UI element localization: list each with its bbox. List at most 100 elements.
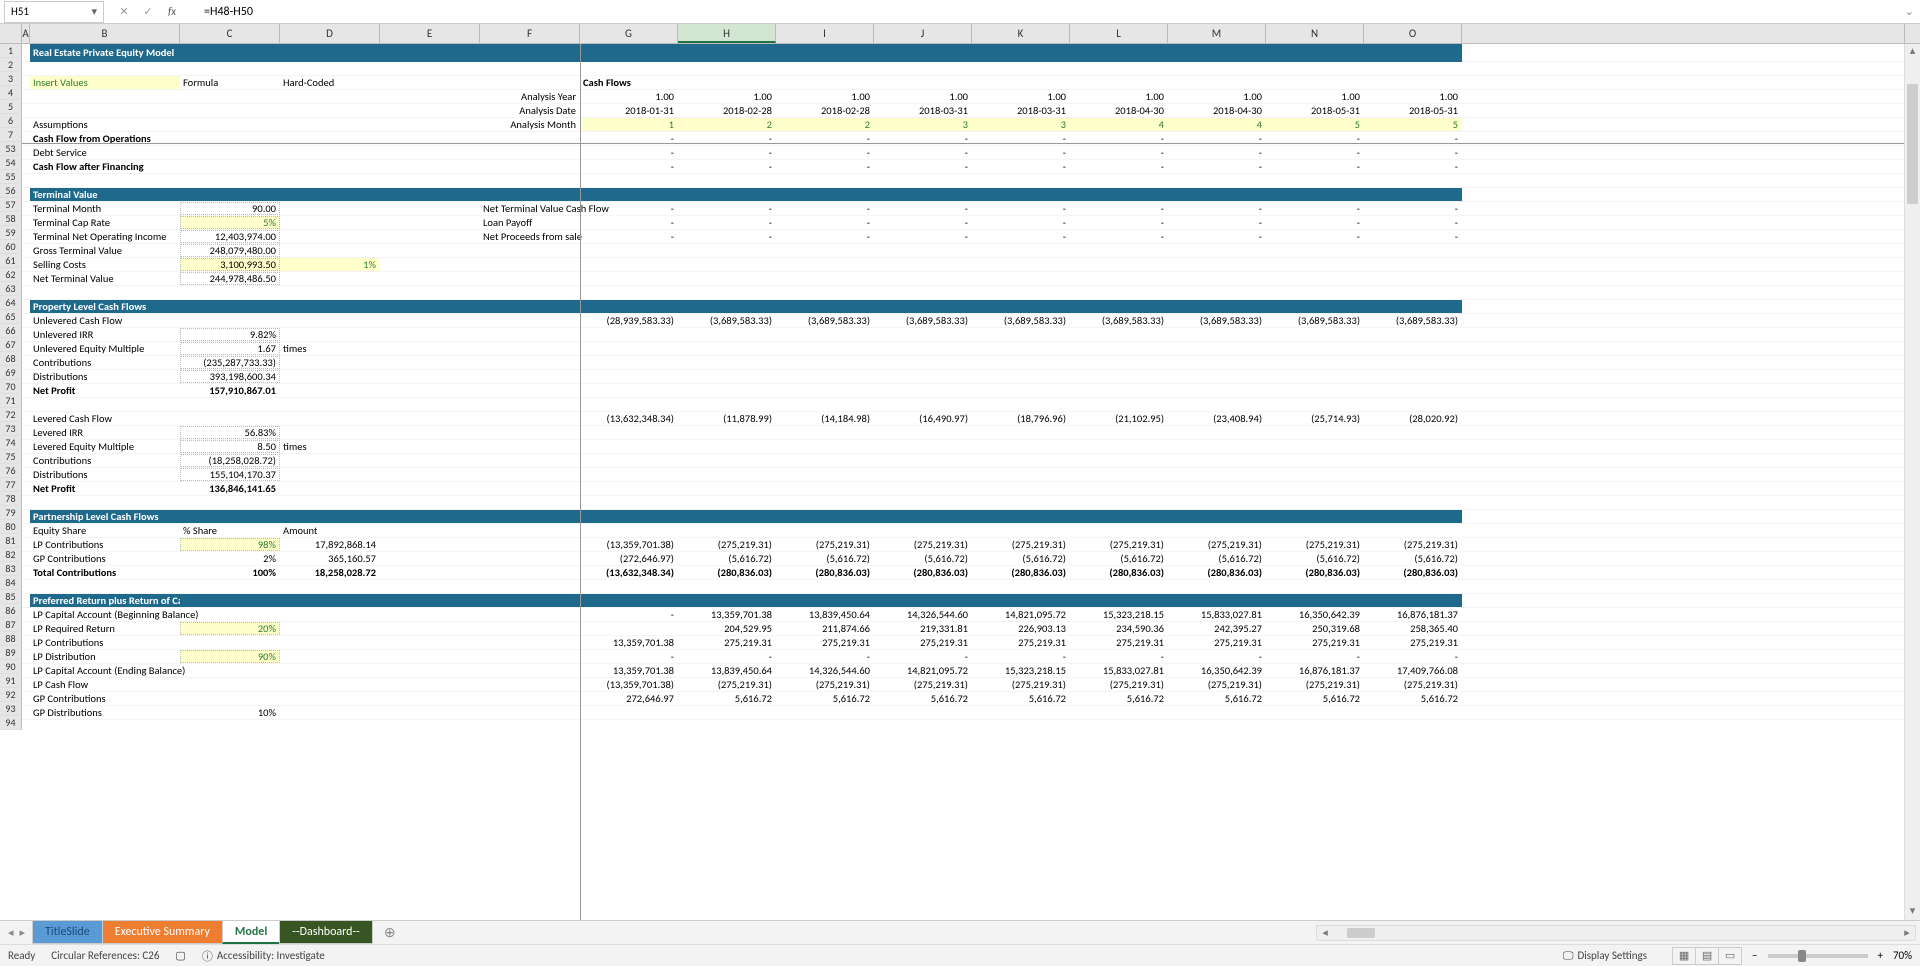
cell[interactable] [380,454,480,467]
cell[interactable] [22,692,30,705]
cell[interactable]: 3,100,993.50 [180,258,280,271]
cell[interactable]: 12,403,974.00 [180,230,280,243]
cell[interactable] [22,258,30,271]
cell[interactable] [580,300,678,313]
cell[interactable]: times [280,342,380,355]
cell[interactable] [480,692,580,705]
cell[interactable] [776,174,874,187]
row-header[interactable]: 57 [0,198,22,212]
row-header[interactable]: 54 [0,156,22,170]
row-header[interactable]: 55 [0,170,22,184]
cell[interactable] [1364,398,1462,411]
cell[interactable] [580,356,678,369]
cell[interactable] [678,356,776,369]
column-header-E[interactable]: E [380,24,480,43]
row-header[interactable]: 69 [0,366,22,380]
cell[interactable]: 244,978,486.50 [180,272,280,285]
cell[interactable]: LP Distribution [30,650,180,663]
cell[interactable] [480,188,580,201]
cell[interactable]: 2018-02-28 [678,104,776,117]
cell[interactable] [580,188,678,201]
cell[interactable] [776,426,874,439]
cell[interactable]: 10% [180,706,280,719]
cell[interactable]: LP Cash Flow [30,678,180,691]
cell[interactable]: 1.00 [874,90,972,103]
cell[interactable]: Terminal Cap Rate [30,216,180,229]
cell[interactable] [380,342,480,355]
cell[interactable] [1266,244,1364,257]
cell[interactable] [280,706,380,719]
cell[interactable] [874,496,972,509]
cell[interactable] [678,370,776,383]
display-settings[interactable]: 🖵 Display Settings [1563,949,1647,963]
cell[interactable]: - [678,650,776,663]
cell[interactable] [580,496,678,509]
cell[interactable] [22,622,30,635]
cell[interactable] [580,580,678,593]
cell[interactable] [180,692,280,705]
cell[interactable]: 15,833,027.81 [1168,608,1266,621]
cell[interactable]: - [580,160,678,173]
cell[interactable] [1364,454,1462,467]
cell[interactable]: 2018-02-28 [776,104,874,117]
cell[interactable] [480,300,580,313]
cell[interactable]: Debt Service [30,146,180,159]
cell[interactable] [874,300,972,313]
cell[interactable] [280,286,380,299]
cell[interactable] [776,594,874,607]
cell[interactable] [874,426,972,439]
cell[interactable] [776,62,874,75]
cell[interactable] [380,706,480,719]
cell[interactable]: 5 [1266,118,1364,131]
cell[interactable] [480,440,580,453]
cell[interactable]: (280,836.03) [776,566,874,579]
cell[interactable] [480,594,580,607]
scroll-right-icon[interactable]: ▸ [1899,926,1915,939]
cell[interactable] [480,454,580,467]
cell[interactable] [1364,510,1462,523]
cell[interactable] [776,524,874,537]
cell[interactable] [380,76,480,89]
cell[interactable] [580,62,678,75]
cell[interactable]: Net Proceeds from sale [480,230,580,243]
cell[interactable]: 275,219.31 [678,636,776,649]
cell[interactable] [380,398,480,411]
cell[interactable] [480,174,580,187]
cell[interactable] [30,496,180,509]
cell[interactable] [22,440,30,453]
cell[interactable] [380,118,480,131]
cell[interactable]: LP Capital Account (Beginning Balance) [30,608,180,621]
cell[interactable] [22,272,30,285]
column-header-H[interactable]: H [678,24,776,43]
cell[interactable]: 8.50 [180,440,280,453]
cell[interactable]: - [776,146,874,159]
cell[interactable] [480,552,580,565]
cell[interactable]: (275,219.31) [678,538,776,551]
cell[interactable] [22,118,30,131]
cell[interactable] [1168,76,1266,89]
status-accessibility[interactable]: ⓘ Accessibility: Investigate [202,948,325,964]
cell[interactable] [1266,426,1364,439]
cell[interactable] [580,258,678,271]
cell[interactable] [678,384,776,397]
cell[interactable] [874,174,972,187]
cell[interactable]: (280,836.03) [1266,566,1364,579]
cell[interactable] [480,650,580,663]
cell[interactable]: Distributions [30,370,180,383]
zoom-in-button[interactable]: + [1878,949,1883,962]
cell[interactable]: 13,839,450.64 [776,608,874,621]
cell[interactable] [776,328,874,341]
cell[interactable] [1168,44,1266,62]
cell[interactable] [1266,188,1364,201]
cell[interactable] [972,524,1070,537]
cell[interactable] [480,622,580,635]
cell[interactable]: 1.00 [1266,90,1364,103]
cell[interactable] [776,440,874,453]
cell[interactable]: 365,160.57 [280,552,380,565]
cell[interactable]: - [1168,230,1266,243]
cell[interactable]: (5,616.72) [678,552,776,565]
status-macro-icon[interactable]: ▢ [175,949,185,962]
cell[interactable] [874,468,972,481]
cell[interactable] [1364,524,1462,537]
cell[interactable] [1168,580,1266,593]
